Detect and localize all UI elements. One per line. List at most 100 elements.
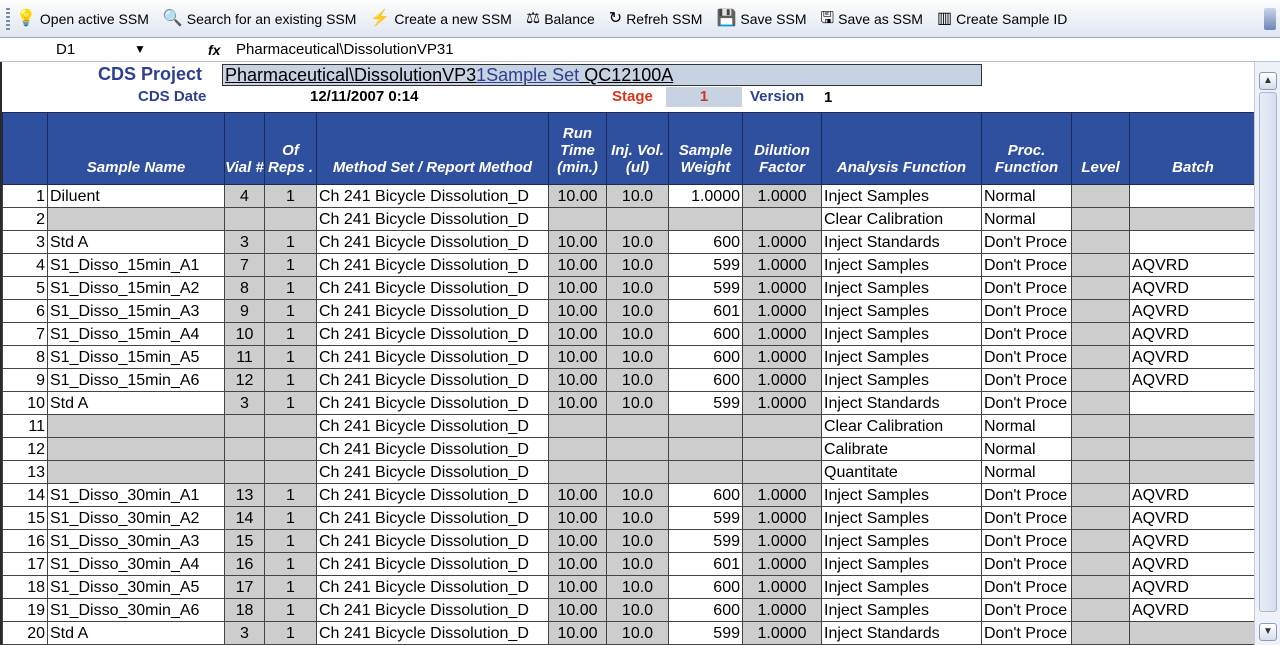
analysis-function-cell[interactable]: Quantitate — [821, 460, 982, 484]
level-cell[interactable] — [1071, 552, 1130, 576]
vial-cell[interactable]: 15 — [224, 529, 265, 553]
level-cell[interactable] — [1071, 391, 1130, 415]
reps-cell[interactable]: 1 — [264, 483, 317, 507]
dilution-cell[interactable]: 1.0000 — [742, 184, 822, 208]
inj-vol-cell[interactable]: 10.0 — [606, 621, 669, 645]
analysis-function-cell[interactable]: Inject Samples — [821, 276, 982, 300]
level-cell[interactable] — [1071, 299, 1130, 323]
sample-weight-cell[interactable]: 600 — [668, 345, 743, 369]
method-cell[interactable]: Ch 241 Bicycle Dissolution_D — [316, 391, 549, 415]
proc-function-cell[interactable]: Don't Proce — [981, 529, 1072, 553]
scrollbar-thumb[interactable] — [1259, 92, 1277, 612]
inj-vol-cell[interactable]: 10.0 — [606, 598, 669, 622]
batch-cell[interactable] — [1129, 460, 1254, 484]
method-cell[interactable]: Ch 241 Bicycle Dissolution_D — [316, 276, 549, 300]
inj-vol-cell[interactable] — [606, 437, 669, 461]
reps-cell[interactable]: 1 — [264, 552, 317, 576]
analysis-function-cell[interactable]: Calibrate — [821, 437, 982, 461]
reps-cell[interactable]: 1 — [264, 598, 317, 622]
column-header[interactable]: Dilution Factor — [742, 112, 822, 185]
level-cell[interactable] — [1071, 483, 1130, 507]
analysis-function-cell[interactable]: Inject Samples — [821, 368, 982, 392]
vial-cell[interactable]: 18 — [224, 598, 265, 622]
method-cell[interactable]: Ch 241 Bicycle Dissolution_D — [316, 414, 549, 438]
sample-name-cell[interactable]: S1_Disso_30min_A4 — [47, 552, 225, 576]
sample-name-cell[interactable]: Std A — [47, 621, 225, 645]
level-cell[interactable] — [1071, 575, 1130, 599]
proc-function-cell[interactable]: Normal — [981, 207, 1072, 231]
sample-name-cell[interactable]: S1_Disso_30min_A6 — [47, 598, 225, 622]
batch-cell[interactable] — [1129, 207, 1254, 231]
level-cell[interactable] — [1071, 230, 1130, 254]
analysis-function-cell[interactable]: Clear Calibration — [821, 414, 982, 438]
proc-function-cell[interactable]: Don't Proce — [981, 621, 1072, 645]
run-time-cell[interactable]: 10.00 — [548, 529, 607, 553]
reps-cell[interactable] — [264, 207, 317, 231]
batch-cell[interactable] — [1129, 414, 1254, 438]
batch-cell[interactable] — [1129, 230, 1254, 254]
vial-cell[interactable]: 10 — [224, 322, 265, 346]
run-time-cell[interactable]: 10.00 — [548, 552, 607, 576]
batch-cell[interactable]: AQVRD — [1129, 598, 1254, 622]
run-time-cell[interactable]: 10.00 — [548, 391, 607, 415]
level-cell[interactable] — [1071, 621, 1130, 645]
inj-vol-cell[interactable] — [606, 460, 669, 484]
formula-input[interactable]: Pharmaceutical\DissolutionVP31 — [236, 41, 454, 58]
row-number[interactable]: 13 — [2, 460, 48, 484]
sample-weight-cell[interactable]: 599 — [668, 276, 743, 300]
proc-function-cell[interactable]: Don't Proce — [981, 391, 1072, 415]
proc-function-cell[interactable]: Don't Proce — [981, 506, 1072, 530]
inj-vol-cell[interactable] — [606, 414, 669, 438]
vial-cell[interactable]: 17 — [224, 575, 265, 599]
inj-vol-cell[interactable]: 10.0 — [606, 368, 669, 392]
vial-cell[interactable]: 3 — [224, 621, 265, 645]
run-time-cell[interactable] — [548, 207, 607, 231]
proc-function-cell[interactable]: Normal — [981, 437, 1072, 461]
row-number[interactable]: 2 — [2, 207, 48, 231]
inj-vol-cell[interactable]: 10.0 — [606, 230, 669, 254]
method-cell[interactable]: Ch 241 Bicycle Dissolution_D — [316, 621, 549, 645]
vial-cell[interactable]: 14 — [224, 506, 265, 530]
column-header[interactable]: Of Reps . — [264, 112, 317, 185]
analysis-function-cell[interactable]: Inject Samples — [821, 552, 982, 576]
dilution-cell[interactable]: 1.0000 — [742, 299, 822, 323]
method-cell[interactable]: Ch 241 Bicycle Dissolution_D — [316, 575, 549, 599]
dilution-cell[interactable] — [742, 207, 822, 231]
scroll-down-icon[interactable]: ▼ — [1259, 623, 1277, 641]
reps-cell[interactable]: 1 — [264, 391, 317, 415]
batch-cell[interactable] — [1129, 437, 1254, 461]
proc-function-cell[interactable]: Don't Proce — [981, 575, 1072, 599]
sample-name-cell[interactable] — [47, 437, 225, 461]
proc-function-cell[interactable]: Don't Proce — [981, 253, 1072, 277]
vial-cell[interactable]: 7 — [224, 253, 265, 277]
vial-cell[interactable] — [224, 414, 265, 438]
sample-weight-cell[interactable]: 601 — [668, 552, 743, 576]
column-header[interactable]: Batch — [1129, 112, 1254, 185]
row-number[interactable]: 10 — [2, 391, 48, 415]
cds-project-field[interactable]: Pharmaceutical\DissolutionVP31Sample Set… — [222, 64, 982, 86]
sample-weight-cell[interactable]: 599 — [668, 621, 743, 645]
row-number[interactable]: 12 — [2, 437, 48, 461]
vial-cell[interactable] — [224, 437, 265, 461]
vial-cell[interactable]: 8 — [224, 276, 265, 300]
method-cell[interactable]: Ch 241 Bicycle Dissolution_D — [316, 529, 549, 553]
method-cell[interactable]: Ch 241 Bicycle Dissolution_D — [316, 253, 549, 277]
dilution-cell[interactable]: 1.0000 — [742, 253, 822, 277]
inj-vol-cell[interactable]: 10.0 — [606, 299, 669, 323]
proc-function-cell[interactable]: Don't Proce — [981, 230, 1072, 254]
run-time-cell[interactable] — [548, 437, 607, 461]
sample-weight-cell[interactable]: 600 — [668, 575, 743, 599]
batch-cell[interactable]: AQVRD — [1129, 299, 1254, 323]
sample-name-cell[interactable]: Std A — [47, 230, 225, 254]
method-cell[interactable]: Ch 241 Bicycle Dissolution_D — [316, 184, 549, 208]
sample-weight-cell[interactable]: 1.0000 — [668, 184, 743, 208]
batch-cell[interactable]: AQVRD — [1129, 368, 1254, 392]
toolbar-button-save-ssm[interactable]: 💾 Save SSM — [716, 10, 806, 27]
toolbar-overflow-button[interactable] — [1264, 8, 1276, 30]
analysis-function-cell[interactable]: Inject Samples — [821, 483, 982, 507]
row-number[interactable]: 19 — [2, 598, 48, 622]
level-cell[interactable] — [1071, 414, 1130, 438]
column-header[interactable]: Vial # — [224, 112, 265, 185]
analysis-function-cell[interactable]: Inject Samples — [821, 529, 982, 553]
run-time-cell[interactable]: 10.00 — [548, 184, 607, 208]
